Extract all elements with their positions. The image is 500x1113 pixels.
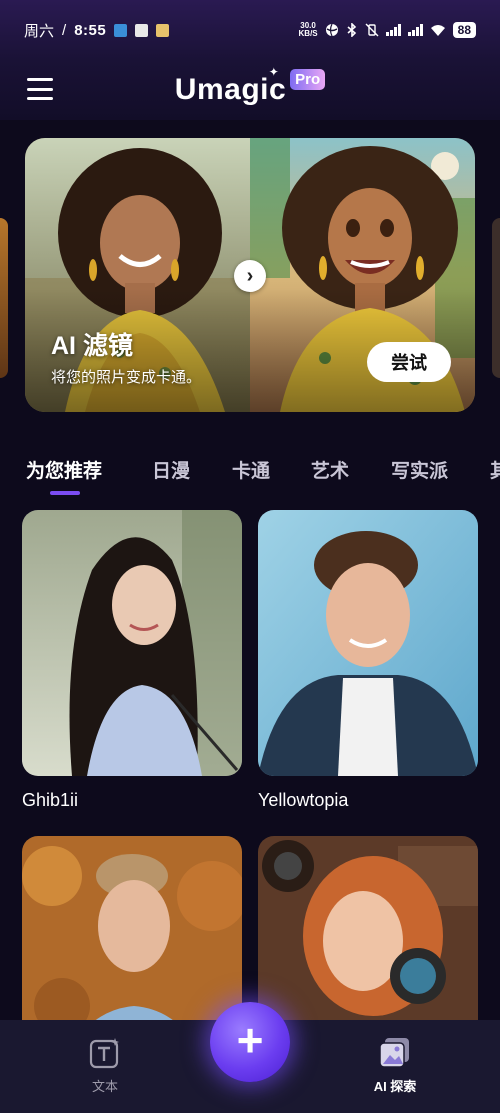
text-tool-icon xyxy=(89,1038,119,1069)
app-header: Umagic ✦ Pro xyxy=(0,60,500,120)
hero-banner-ai-filter[interactable]: › AI 滤镜 将您的照片变成卡通。 尝试 xyxy=(25,138,475,412)
tab-realistic[interactable]: 写实派 xyxy=(391,456,448,483)
nav-text[interactable]: 文本 xyxy=(60,1036,150,1095)
bluetooth-icon xyxy=(347,23,356,37)
tab-more[interactable]: 其 xyxy=(490,456,500,483)
vibrate-off-icon xyxy=(365,23,379,37)
next-banner-peek[interactable] xyxy=(492,218,500,378)
app-logo: Umagic ✦ Pro xyxy=(175,65,326,107)
notification-app-icon xyxy=(114,23,128,37)
tab-anime[interactable]: 日漫 xyxy=(152,456,190,483)
battery-indicator: 88 xyxy=(452,22,476,38)
pro-badge: Pro xyxy=(290,69,326,90)
previous-banner-peek[interactable] xyxy=(0,218,8,378)
try-button[interactable]: 尝试 xyxy=(367,342,451,382)
card-image xyxy=(258,510,478,776)
cell-signal-icon xyxy=(385,24,401,36)
hero-subtitle: 将您的照片变成卡通。 xyxy=(51,369,202,386)
nav-ai-explore[interactable]: AI 探索 xyxy=(350,1036,440,1095)
category-tabs: 为您推荐 日漫 卡通 艺术 写实派 其 xyxy=(0,448,500,498)
notification-app-icon xyxy=(156,23,170,37)
network-speed: 30.0 KB/S xyxy=(299,22,318,38)
status-bar-right: 30.0 KB/S 88 xyxy=(299,22,476,38)
notification-app-icon xyxy=(135,23,149,37)
tab-cartoon[interactable]: 卡通 xyxy=(232,456,270,483)
style-card-yellowtopia[interactable]: Yellowtopia xyxy=(258,510,478,811)
tab-recommended[interactable]: 为您推荐 xyxy=(26,456,102,483)
status-time: 8:55 xyxy=(74,21,107,39)
status-bar-left: 周六 / 8:55 xyxy=(24,20,170,41)
nav-text-label: 文本 xyxy=(91,1079,118,1094)
card-image xyxy=(22,510,242,776)
card-title: Yellowtopia xyxy=(258,790,349,810)
nav-ai-explore-label: AI 探索 xyxy=(373,1079,417,1094)
hero-title: AI 滤镜 xyxy=(51,332,133,360)
card-title: Ghib1ii xyxy=(22,790,79,810)
cell-signal-icon xyxy=(407,24,423,36)
plus-icon: + xyxy=(236,1014,264,1066)
chevron-right-icon[interactable]: › xyxy=(234,260,266,292)
active-tab-indicator xyxy=(50,491,80,495)
tab-art[interactable]: 艺术 xyxy=(311,456,349,483)
status-bar: 周六 / 8:55 30.0 KB/S 88 xyxy=(0,0,500,60)
style-card-ghibli[interactable]: Ghib1ii xyxy=(22,510,242,811)
wifi-icon xyxy=(430,24,445,36)
create-button[interactable]: + xyxy=(210,1002,290,1082)
status-day: 周六 xyxy=(24,22,55,40)
status-separator: / xyxy=(62,21,67,39)
ai-gallery-icon xyxy=(379,1038,409,1068)
hero-carousel[interactable]: › AI 滤镜 将您的照片变成卡通。 尝试 xyxy=(0,138,500,414)
vpn-globe-icon xyxy=(325,23,338,37)
menu-icon[interactable] xyxy=(27,78,53,100)
sparkle-icon: ✦ xyxy=(268,65,279,79)
network-speed-unit: KB/S xyxy=(298,29,318,38)
